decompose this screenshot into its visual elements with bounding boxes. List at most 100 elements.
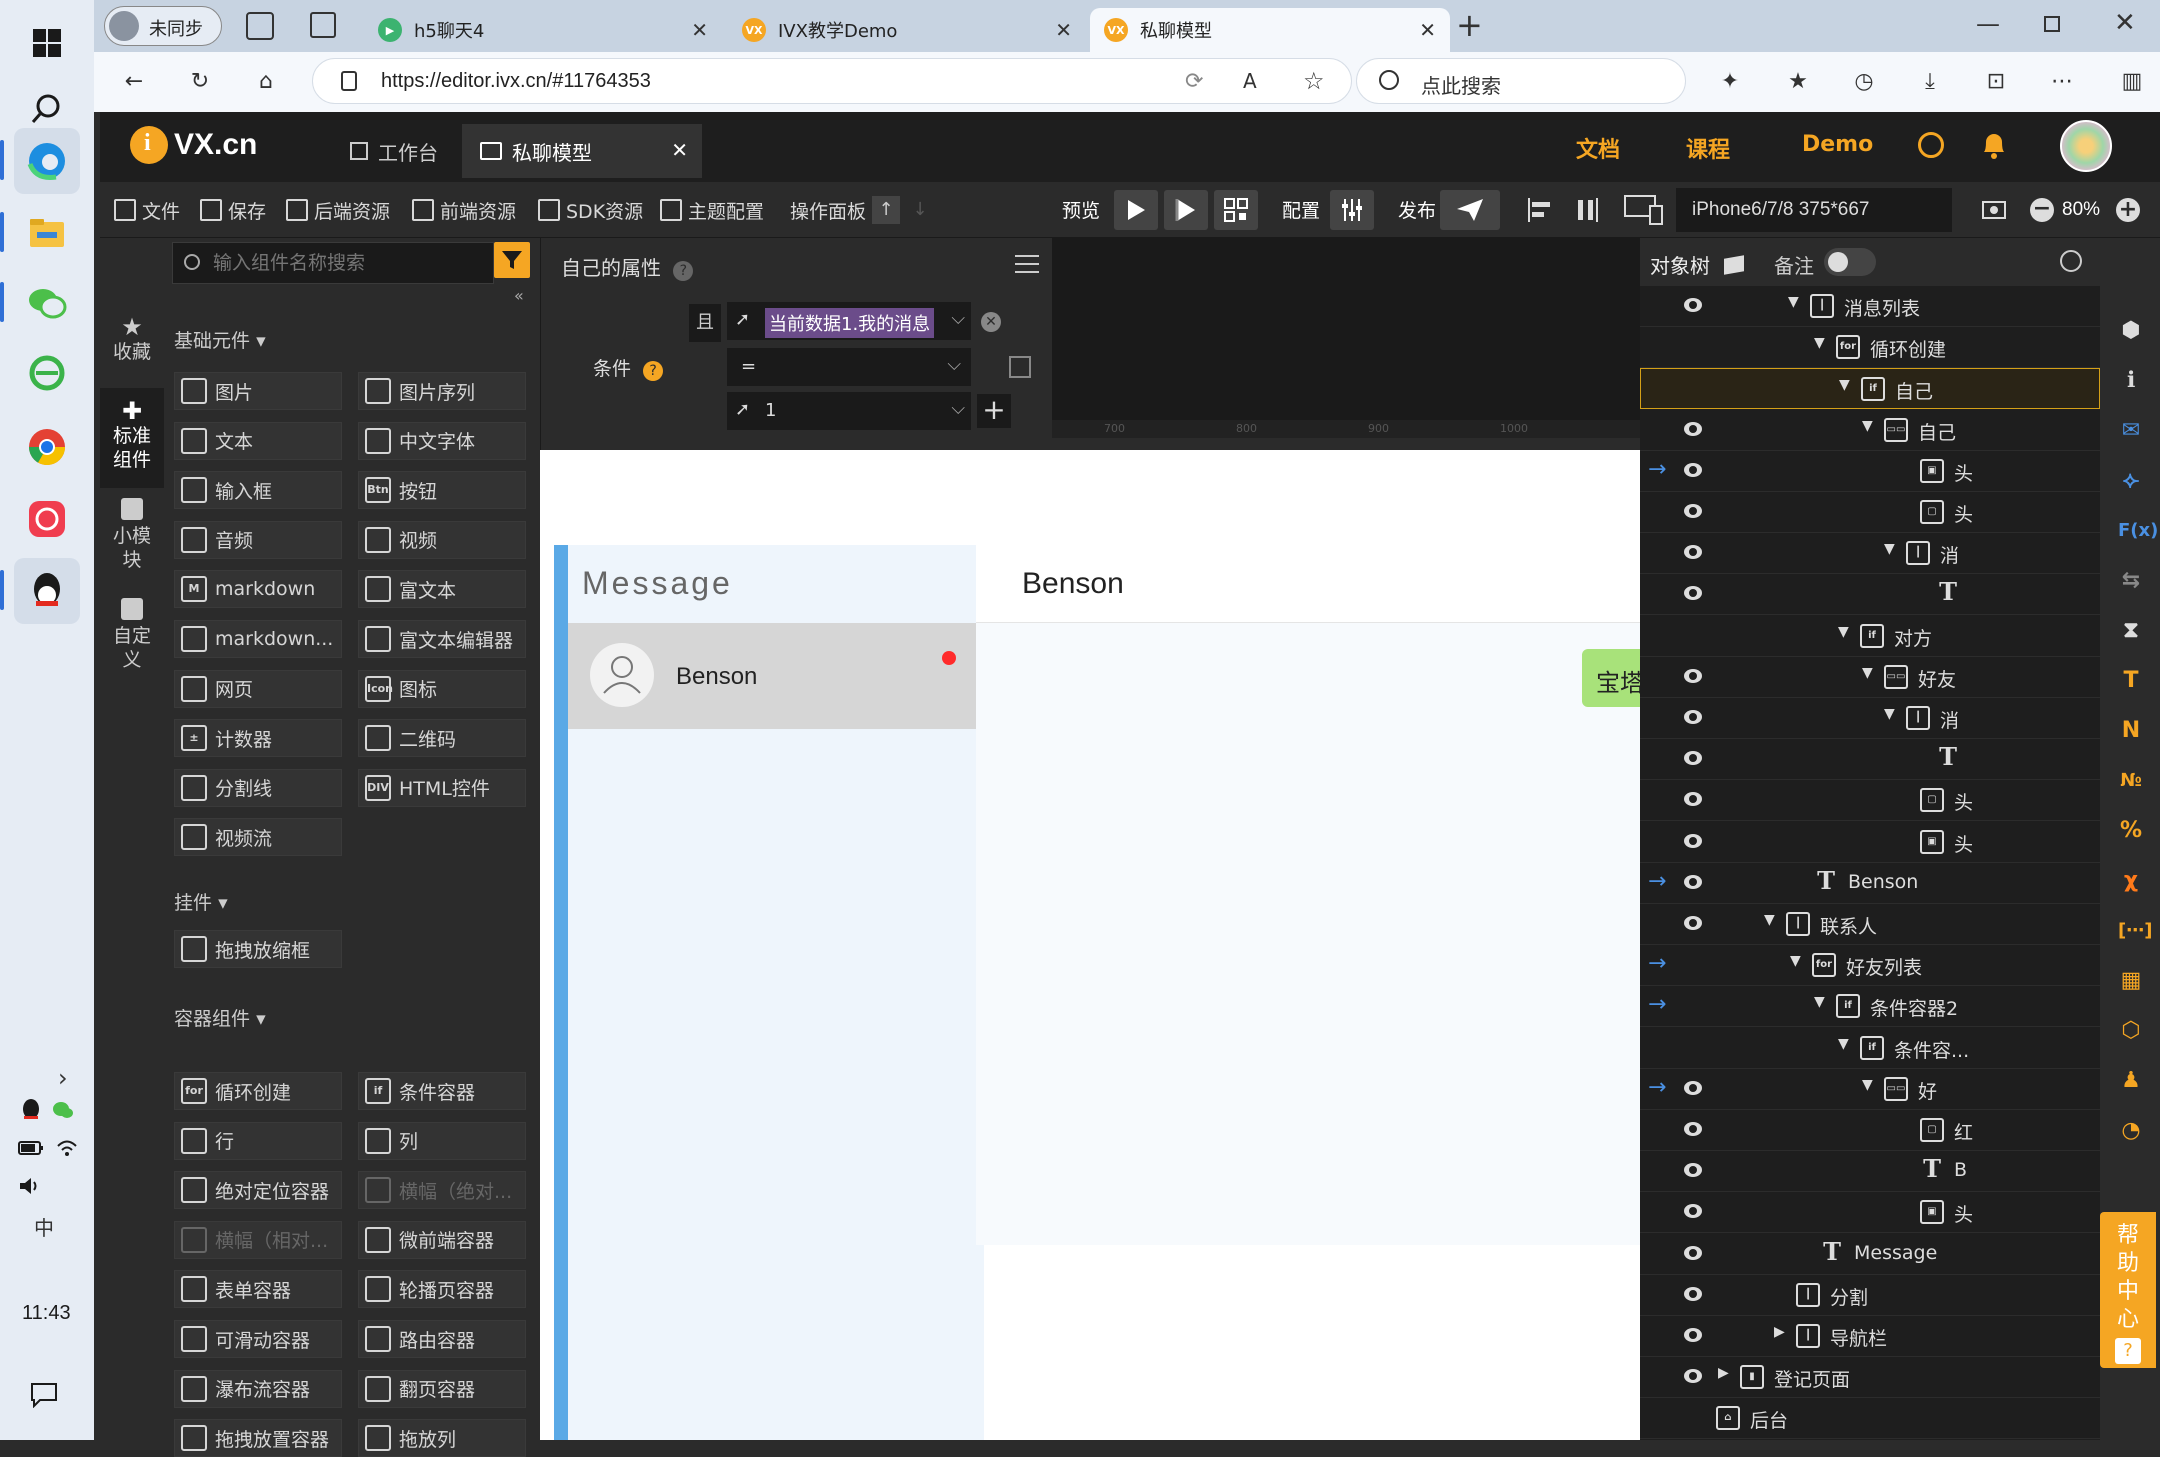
caret-down-icon[interactable]: ▼: [1838, 624, 1849, 640]
caret-right-icon[interactable]: ▶: [1774, 1324, 1785, 1340]
component-search-input[interactable]: [172, 242, 494, 284]
caret-down-icon[interactable]: ▼: [1862, 418, 1873, 434]
browser-tab-3[interactable]: VX 私聊模型 ✕: [1090, 8, 1450, 52]
component-basic-4[interactable]: 输入框: [174, 471, 342, 510]
tree-node[interactable]: ▼ ┃ 消: [1640, 533, 2100, 575]
zoom-out-icon[interactable]: −: [2030, 198, 2054, 222]
component-basic-12[interactable]: 网页: [174, 669, 342, 708]
theme-config-button[interactable]: 主题配置: [660, 194, 764, 226]
read-aloud-icon[interactable]: A: [1243, 69, 1257, 93]
component-basic-0[interactable]: 图片: [174, 372, 342, 410]
favorite-star-icon[interactable]: ☆: [1303, 67, 1325, 95]
component-basic-5[interactable]: Btn 按钮: [358, 471, 526, 510]
component-basic-18[interactable]: 视频流: [174, 818, 342, 857]
collapse-panel-icon[interactable]: «: [514, 286, 524, 305]
search-icon[interactable]: [1918, 132, 1944, 158]
caret-down-icon[interactable]: ▼: [1862, 1077, 1873, 1093]
object-icon[interactable]: ⬡: [2118, 1018, 2144, 1044]
close-tab-icon[interactable]: ✕: [1419, 18, 1436, 42]
operator-select[interactable]: = ⌵: [727, 348, 971, 386]
favorites-icon[interactable]: ★: [1784, 68, 1812, 96]
condition-field-select[interactable]: ➚ 当前数据1.我的消息 ⌵: [727, 302, 971, 340]
component-container-11[interactable]: 路由容器: [358, 1320, 526, 1358]
chat-column[interactable]: Benson 宝塔: [976, 545, 1640, 1245]
tree-node[interactable]: T Message: [1640, 1234, 2100, 1275]
wechat-tray-icon[interactable]: [52, 1100, 74, 1120]
visibility-eye-icon[interactable]: [1684, 792, 1702, 807]
tree-node[interactable]: ▢ 头: [1640, 780, 2100, 822]
qq-tray-icon[interactable]: [20, 1098, 42, 1122]
caret-down-icon[interactable]: ▼: [1838, 1036, 1849, 1052]
operation-panel-button[interactable]: 操作面板: [790, 194, 866, 226]
menu-icon[interactable]: [1015, 254, 1039, 274]
component-basic-11[interactable]: 富文本编辑器: [358, 620, 526, 658]
home-icon[interactable]: ⌂: [252, 68, 280, 96]
new-tab-icon[interactable]: +: [1456, 6, 1483, 44]
object-tree-tab[interactable]: 对象树: [1650, 250, 1745, 279]
file-menu[interactable]: 文件: [114, 194, 180, 226]
preview-play-button[interactable]: [1114, 190, 1158, 230]
component-basic-15[interactable]: 二维码: [358, 719, 526, 758]
variable-x-icon[interactable]: χ: [2118, 868, 2144, 894]
windows-start-icon[interactable]: [14, 10, 80, 76]
ime-indicator[interactable]: 中: [34, 1212, 54, 1241]
sidebar-toggle-icon[interactable]: ▥: [2118, 68, 2146, 96]
timer-icon[interactable]: ◔: [2118, 1118, 2144, 1144]
help-icon[interactable]: ?: [643, 361, 664, 381]
component-container-7[interactable]: 微前端容器: [358, 1220, 526, 1259]
file-explorer-icon[interactable]: [14, 200, 80, 266]
component-basic-17[interactable]: DIV HTML控件: [358, 768, 526, 807]
tab-actions-icon[interactable]: [310, 12, 336, 38]
user-avatar[interactable]: [2060, 120, 2112, 172]
section-basic[interactable]: 基础元件 ▾: [174, 326, 266, 353]
qq-icon[interactable]: [14, 558, 80, 624]
visibility-eye-icon[interactable]: [1684, 298, 1702, 312]
visibility-eye-icon[interactable]: [1684, 1245, 1702, 1260]
component-basic-8[interactable]: Mmarkdown: [174, 570, 342, 609]
visibility-eye-icon[interactable]: [1684, 1369, 1702, 1384]
visibility-eye-icon[interactable]: [1684, 1286, 1702, 1301]
chrome-icon[interactable]: [14, 414, 80, 480]
visibility-eye-icon[interactable]: [1684, 1328, 1702, 1342]
cube-icon[interactable]: ⬢: [2118, 318, 2144, 344]
close-tab-icon[interactable]: ✕: [691, 18, 708, 42]
ivx-logo-icon[interactable]: i: [130, 126, 168, 164]
distribute-icon[interactable]: [1572, 196, 1600, 224]
save-button[interactable]: 保存: [200, 194, 266, 226]
back-icon[interactable]: ←: [120, 68, 148, 96]
app-red-icon[interactable]: [14, 486, 80, 552]
chat-bubble[interactable]: 宝塔: [1582, 649, 1640, 707]
remove-condition-icon[interactable]: ✕: [981, 312, 1001, 332]
preview-device-button[interactable]: [1164, 190, 1208, 230]
copy-icon[interactable]: [1009, 356, 1031, 378]
tree-node[interactable]: ▢ 红: [1640, 1110, 2100, 1151]
screenshot-icon[interactable]: [1980, 196, 2008, 224]
component-basic-3[interactable]: 中文字体: [358, 421, 526, 460]
device-toggle-icon[interactable]: [1624, 194, 1664, 226]
numero-icon[interactable]: №: [2118, 768, 2144, 794]
tree-node[interactable]: TB: [1640, 1151, 2100, 1193]
tree-node[interactable]: ▢ 头: [1640, 492, 2100, 533]
help-center-tab[interactable]: 帮助中心 ?: [2100, 1212, 2156, 1368]
notification-bell-icon[interactable]: [1980, 130, 2008, 160]
sdk-resources-button[interactable]: SDK资源: [538, 194, 643, 226]
component-container-3[interactable]: 列: [358, 1121, 526, 1160]
component-basic-16[interactable]: 分割线: [174, 768, 342, 807]
canvas-page[interactable]: Message Benson Benson 宝塔: [540, 450, 1640, 1440]
visibility-eye-icon[interactable]: [1684, 668, 1702, 683]
config-sliders-button[interactable]: [1330, 190, 1374, 230]
visibility-eye-icon[interactable]: [1684, 421, 1702, 436]
swap-icon[interactable]: ⇆: [2118, 568, 2144, 594]
tree-node[interactable]: ⌂ 后台: [1640, 1398, 2100, 1440]
flow-icon[interactable]: ⟣: [2118, 468, 2144, 494]
extensions-icon[interactable]: ✦: [1716, 68, 1744, 96]
table-icon[interactable]: ▦: [2118, 968, 2144, 994]
tree-node[interactable]: ▣ 头: [1640, 1192, 2100, 1234]
tree-node[interactable]: → T Benson: [1640, 863, 2100, 904]
tree-node[interactable]: ▼ ┃ 消息列表: [1640, 286, 2100, 327]
text-type-icon[interactable]: T: [2118, 668, 2144, 694]
component-container-4[interactable]: 绝对定位容器: [174, 1171, 342, 1210]
browser-tab-1[interactable]: ▶ h5聊天4 ✕: [364, 8, 722, 52]
battery-icon[interactable]: [18, 1140, 44, 1156]
tree-node[interactable]: ▼ ▭▭ 好友: [1640, 657, 2100, 698]
